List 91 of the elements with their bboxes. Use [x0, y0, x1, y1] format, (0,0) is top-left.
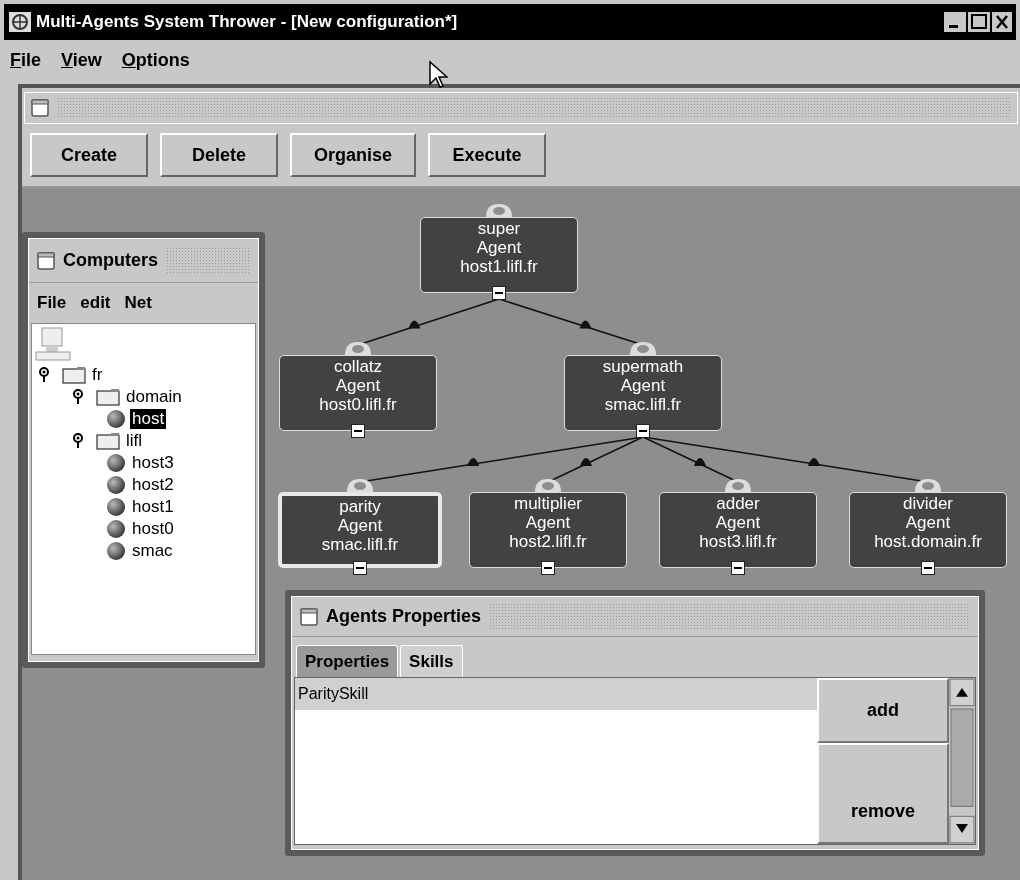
toolbar-button[interactable]: Execute	[428, 133, 547, 177]
collapse-icon[interactable]	[492, 286, 506, 300]
collapse-icon[interactable]	[351, 424, 365, 438]
tree-item[interactable]: host	[130, 409, 167, 429]
tree-item[interactable]: host2	[130, 475, 176, 495]
sphere-icon	[106, 453, 126, 473]
collapse-icon[interactable]	[636, 424, 650, 438]
agent-type: Agent	[620, 376, 666, 395]
connector-icon	[533, 478, 563, 492]
agent-name: adder	[716, 494, 760, 513]
agent-name: collatz	[333, 357, 383, 376]
agent-node[interactable]: super Agent host1.lifl.fr	[420, 217, 578, 293]
agent-type: Agent	[525, 513, 571, 532]
connector-icon	[723, 478, 753, 492]
tree-item[interactable]: smac	[130, 541, 175, 561]
agent-name: divider	[902, 494, 954, 513]
agent-node[interactable]: adder Agent host3.lifl.fr	[659, 492, 817, 568]
agent-host: smac.lifl.fr	[321, 535, 399, 554]
menu-item[interactable]: edit	[80, 290, 111, 316]
menu-item[interactable]: File	[37, 290, 67, 316]
toolbar-button[interactable]: Organise	[290, 133, 417, 177]
toolbar-button[interactable]: Delete	[160, 133, 278, 177]
sphere-icon	[106, 475, 126, 495]
agent-type: Agent	[335, 376, 381, 395]
folder-icon	[96, 432, 120, 450]
window-title: Agents Properties	[326, 605, 482, 628]
tree-item[interactable]: host0	[130, 519, 176, 539]
close-button[interactable]	[992, 12, 1012, 32]
scroll-bar[interactable]	[949, 678, 975, 844]
menu-item[interactable]: File	[10, 46, 41, 74]
tree-item[interactable]: host3	[130, 453, 176, 473]
sphere-icon	[106, 519, 126, 539]
tree-toggle-icon[interactable]	[72, 433, 84, 449]
computer-icon	[34, 326, 72, 364]
agent-host: smac.lifl.fr	[604, 395, 682, 414]
connector-icon	[345, 478, 375, 492]
menu-item[interactable]: View	[61, 46, 102, 74]
agent-type: Agent	[905, 513, 951, 532]
agent-host: host1.lifl.fr	[460, 257, 538, 276]
mouse-pointer-icon	[428, 60, 448, 90]
tree-item[interactable]: domain	[124, 387, 184, 407]
window-title: Multi-Agents System Thrower - [New configuration*]	[36, 11, 458, 34]
maximize-button[interactable]	[968, 12, 990, 32]
agent-host: host0.lifl.fr	[319, 395, 397, 414]
agent-name: super	[477, 219, 521, 238]
window-icon	[37, 251, 55, 270]
toolbar-button[interactable]: Create	[30, 133, 148, 177]
connector-icon	[484, 203, 514, 217]
tree-toggle-icon[interactable]	[72, 389, 84, 405]
sphere-icon	[106, 541, 126, 561]
agent-node[interactable]: divider Agent host.domain.fr	[849, 492, 1007, 568]
collapse-icon[interactable]	[541, 561, 555, 575]
agent-type: Agent	[337, 516, 383, 535]
agent-node[interactable]: multiplier Agent host2.lifl.fr	[469, 492, 627, 568]
collapse-icon[interactable]	[921, 561, 935, 575]
list-action-button[interactable]: remove	[817, 743, 949, 844]
tab[interactable]: Properties	[296, 645, 399, 677]
folder-icon	[62, 366, 86, 384]
agent-node[interactable]: parity Agent smac.lifl.fr	[278, 492, 442, 568]
tree-item[interactable]: host1	[130, 497, 176, 517]
agent-host: host2.lifl.fr	[509, 532, 587, 551]
menu-item[interactable]: Net	[124, 290, 152, 316]
agent-type: Agent	[715, 513, 761, 532]
agent-name: supermath	[602, 357, 684, 376]
folder-icon	[96, 388, 120, 406]
collapse-icon[interactable]	[353, 561, 367, 575]
window-icon	[300, 607, 318, 626]
tree-item[interactable]: fr	[90, 365, 105, 385]
agent-host: host.domain.fr	[874, 532, 982, 551]
tree-toggle-icon[interactable]	[38, 367, 50, 383]
window-icon	[31, 99, 49, 117]
tree-item[interactable]: lifl	[124, 431, 145, 451]
agent-node[interactable]: supermath Agent smac.lifl.fr	[564, 355, 722, 431]
list-item[interactable]: ParitySkill	[295, 678, 817, 710]
app-icon	[8, 11, 32, 33]
list-action-button[interactable]: add	[817, 678, 949, 743]
menu-item[interactable]: Options	[121, 46, 190, 74]
sphere-icon	[106, 497, 126, 517]
connector-icon	[913, 478, 943, 492]
connector-icon	[343, 341, 373, 355]
agent-name: multiplier	[514, 494, 582, 513]
sphere-icon	[106, 409, 126, 429]
tab[interactable]: Skills	[400, 645, 463, 677]
agent-node[interactable]: collatz Agent host0.lifl.fr	[279, 355, 437, 431]
collapse-icon[interactable]	[731, 561, 745, 575]
agent-name: parity	[339, 497, 381, 516]
minimize-button[interactable]	[944, 12, 966, 32]
connector-icon	[628, 341, 658, 355]
agent-host: host3.lifl.fr	[699, 532, 777, 551]
window-title: Computers	[63, 249, 158, 272]
agent-type: Agent	[476, 238, 522, 257]
